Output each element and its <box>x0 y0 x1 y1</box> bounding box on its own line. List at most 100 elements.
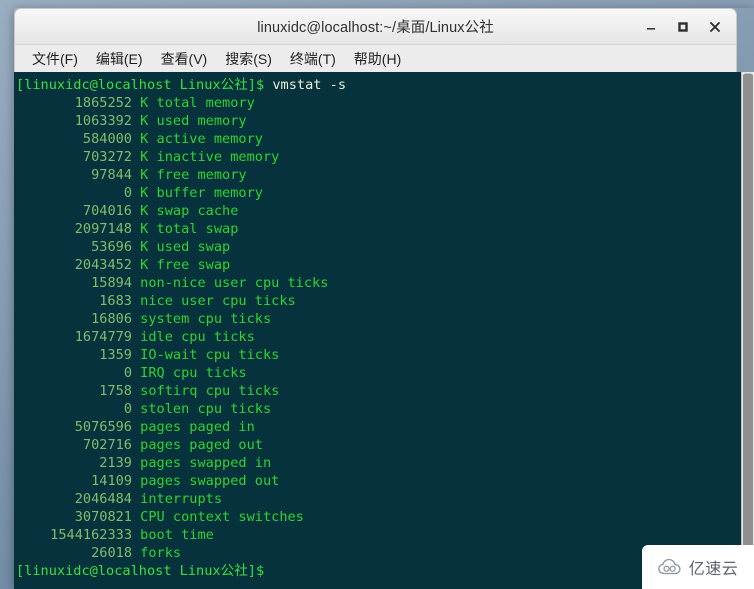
stat-value: 1359 <box>99 347 132 363</box>
stat-label: softirq cpu ticks <box>132 383 280 399</box>
stat-label: forks <box>132 545 182 561</box>
terminal-stat-line: 703272 K inactive memory <box>16 148 741 166</box>
stat-value: 704016 <box>82 203 132 219</box>
stat-value: 1758 <box>99 383 132 399</box>
terminal-stat-line: 1683 nice user cpu ticks <box>16 292 741 310</box>
terminal-stat-line: 0 stolen cpu ticks <box>16 400 741 418</box>
stat-value: 0 <box>123 365 132 381</box>
terminal-stat-line: 1359 IO-wait cpu ticks <box>16 346 741 364</box>
terminal-final-prompt-line: [linuxidc@localhost Linux公社]$ <box>16 562 741 580</box>
terminal-stat-line: 53696 K used swap <box>16 238 741 256</box>
terminal-stat-line: 15894 non-nice user cpu ticks <box>16 274 741 292</box>
stat-label: stolen cpu ticks <box>132 401 272 417</box>
stat-label: boot time <box>132 527 214 543</box>
terminal-stat-line: 0 K buffer memory <box>16 184 741 202</box>
terminal-stat-line: 3070821 CPU context switches <box>16 508 741 526</box>
stat-value: 53696 <box>91 239 132 255</box>
terminal-prompt-line: [linuxidc@localhost Linux公社]$ vmstat -s <box>16 76 741 94</box>
terminal-scrollbar[interactable] <box>741 72 754 589</box>
menu-help[interactable]: 帮助(H) <box>345 47 410 71</box>
terminal-stat-line: 2046484 interrupts <box>16 490 741 508</box>
terminal-stat-line: 1758 softirq cpu ticks <box>16 382 741 400</box>
stat-value: 703272 <box>82 149 132 165</box>
terminal-stat-line: 1865252 K total memory <box>16 94 741 112</box>
maximize-button[interactable] <box>668 12 698 42</box>
minimize-button[interactable] <box>636 12 666 42</box>
terminal-stat-line: 702716 pages paged out <box>16 436 741 454</box>
terminal-stat-line: 1544162333 boot time <box>16 526 741 544</box>
terminal-output[interactable]: [linuxidc@localhost Linux公社]$ vmstat -s 1… <box>14 72 741 589</box>
window-title: linuxidc@localhost:~/桌面/Linux公社 <box>257 20 494 36</box>
stat-value: 1865252 <box>74 95 132 111</box>
stat-label: pages swapped out <box>132 473 280 489</box>
terminal-stat-line: 2043452 K free swap <box>16 256 741 274</box>
stat-label: K total swap <box>132 221 239 237</box>
maximize-icon <box>678 22 688 32</box>
watermark: 亿速云 <box>642 545 754 589</box>
stat-label: pages paged in <box>132 419 255 435</box>
menu-file[interactable]: 文件(F) <box>23 47 87 71</box>
stat-value: 97844 <box>91 167 132 183</box>
stat-value: 584000 <box>82 131 132 147</box>
stat-value: 1063392 <box>74 113 132 129</box>
close-button[interactable] <box>700 12 730 42</box>
stat-label: non-nice user cpu ticks <box>132 275 329 291</box>
stat-label: K inactive memory <box>132 149 280 165</box>
watermark-text: 亿速云 <box>688 559 739 578</box>
stat-value: 702716 <box>82 437 132 453</box>
terminal-command: vmstat -s <box>264 77 347 93</box>
stat-value: 5076596 <box>74 419 132 435</box>
minimize-icon <box>647 28 655 30</box>
menu-bar: 文件(F) 编辑(E) 查看(V) 搜索(S) 终端(T) 帮助(H) <box>14 44 737 72</box>
terminal-stat-line: 26018 forks <box>16 544 741 562</box>
stat-value: 0 <box>123 401 132 417</box>
terminal-window: linuxidc@localhost:~/桌面/Linux公社 文件(F) 编辑… <box>14 8 754 589</box>
scrollbar-thumb[interactable] <box>743 74 753 587</box>
menu-view[interactable]: 查看(V) <box>152 47 217 71</box>
prompt-text: [linuxidc@localhost Linux公社]$ <box>16 563 265 579</box>
stat-label: K buffer memory <box>132 185 263 201</box>
terminal-stat-line: 16806 system cpu ticks <box>16 310 741 328</box>
terminal-stat-line: 0 IRQ cpu ticks <box>16 364 741 382</box>
stat-label: CPU context switches <box>132 509 304 525</box>
stat-label: idle cpu ticks <box>132 329 255 345</box>
menu-search[interactable]: 搜索(S) <box>216 47 281 71</box>
terminal-stat-line: 97844 K free memory <box>16 166 741 184</box>
stat-value: 15894 <box>91 275 132 291</box>
stat-label: K total memory <box>132 95 255 111</box>
stat-label: K active memory <box>132 131 263 147</box>
stat-label: pages paged out <box>132 437 263 453</box>
terminal-stat-line: 584000 K active memory <box>16 130 741 148</box>
window-controls <box>636 9 730 45</box>
stat-label: K swap cache <box>132 203 239 219</box>
stat-value: 2097148 <box>74 221 132 237</box>
stat-value: 2139 <box>99 455 132 471</box>
stat-value: 1674779 <box>74 329 132 345</box>
terminal-stat-line: 704016 K swap cache <box>16 202 741 220</box>
stat-value: 1683 <box>99 293 132 309</box>
stat-label: K used memory <box>132 113 247 129</box>
stat-value: 26018 <box>91 545 132 561</box>
prompt-text: [linuxidc@localhost Linux公社]$ <box>16 77 265 93</box>
stat-value: 2046484 <box>74 491 132 507</box>
stat-value: 2043452 <box>74 257 132 273</box>
terminal-stat-line: 5076596 pages paged in <box>16 418 741 436</box>
terminal-area: [linuxidc@localhost Linux公社]$ vmstat -s 1… <box>14 72 754 589</box>
stat-value: 14109 <box>91 473 132 489</box>
menu-terminal[interactable]: 终端(T) <box>281 47 345 71</box>
stat-value: 16806 <box>91 311 132 327</box>
stat-label: nice user cpu ticks <box>132 293 296 309</box>
menu-edit[interactable]: 编辑(E) <box>87 47 152 71</box>
terminal-stat-line: 1063392 K used memory <box>16 112 741 130</box>
terminal-stat-line: 1674779 idle cpu ticks <box>16 328 741 346</box>
stat-label: system cpu ticks <box>132 311 272 327</box>
stat-label: interrupts <box>132 491 223 507</box>
terminal-stat-line: 2139 pages swapped in <box>16 454 741 472</box>
terminal-stat-line: 2097148 K total swap <box>16 220 741 238</box>
window-titlebar[interactable]: linuxidc@localhost:~/桌面/Linux公社 <box>14 8 737 44</box>
stat-label: IO-wait cpu ticks <box>132 347 280 363</box>
stat-value: 0 <box>123 185 132 201</box>
terminal-stat-line: 14109 pages swapped out <box>16 472 741 490</box>
stat-label: K free memory <box>132 167 247 183</box>
stat-value: 3070821 <box>74 509 132 525</box>
